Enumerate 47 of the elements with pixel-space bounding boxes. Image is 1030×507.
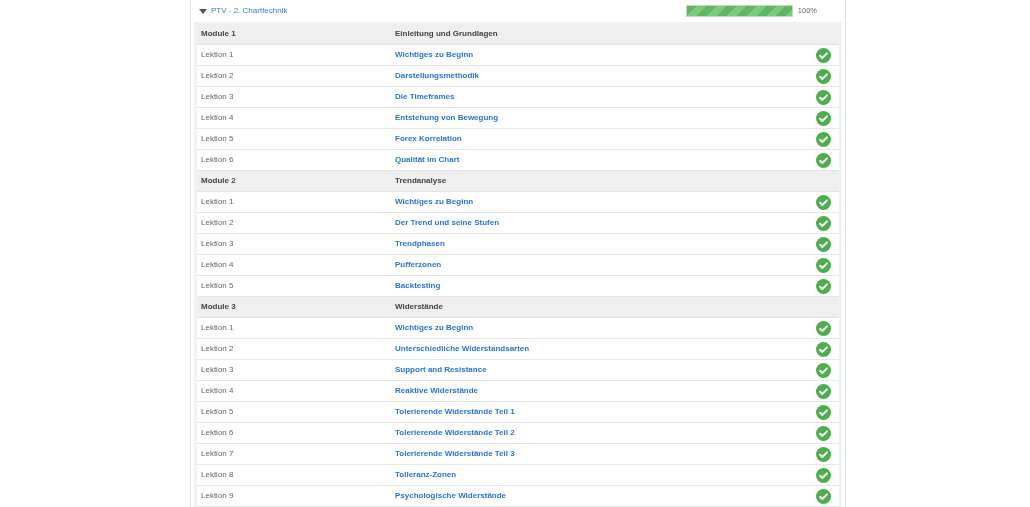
- lesson-link[interactable]: Entstehung von Bewegung: [395, 112, 816, 124]
- lesson-label: Lektion 4: [201, 112, 235, 124]
- lesson-link[interactable]: Wichtiges zu Beginn: [395, 322, 816, 334]
- lesson-label: Lektion 6: [201, 427, 235, 439]
- lesson-link[interactable]: Tolerierende Widerstände Teil 2: [395, 427, 816, 439]
- lesson-link[interactable]: Der Trend und seine Stufen: [395, 217, 816, 229]
- lesson-label: Lektion 5: [201, 280, 235, 292]
- lesson-label: Lektion 7: [201, 448, 235, 460]
- module-title: Einleitung und Grundlagen: [395, 28, 498, 40]
- lesson-label: Lektion 2: [201, 343, 235, 355]
- lesson-label: Lektion 5: [201, 406, 235, 418]
- lesson-link[interactable]: Trendphasen: [395, 238, 816, 250]
- lesson-link[interactable]: Tolerierende Widerstände Teil 1: [395, 406, 816, 418]
- lesson-label: Lektion 4: [201, 259, 235, 271]
- lesson-link[interactable]: Psychologische Widerstände: [395, 490, 816, 502]
- module-title: Widerstände: [395, 301, 443, 313]
- lesson-label: Lektion 1: [201, 322, 235, 334]
- lesson-label: Lektion 1: [201, 49, 235, 61]
- lesson-label: Lektion 1: [201, 196, 235, 208]
- module-label: Module 1: [201, 28, 237, 40]
- lesson-link[interactable]: Wichtiges zu Beginn: [395, 196, 816, 208]
- module-label: Module 2: [201, 175, 237, 187]
- lesson-label: Lektion 4: [201, 385, 235, 397]
- lesson-link[interactable]: Tolerierende Widerstände Teil 3: [395, 448, 816, 460]
- lesson-link[interactable]: Backtesting: [395, 280, 816, 292]
- lesson-link[interactable]: Wichtiges zu Beginn: [395, 49, 816, 61]
- lesson-label: Lektion 3: [201, 238, 235, 250]
- lesson-link[interactable]: Die Timeframes: [395, 91, 816, 103]
- lesson-link[interactable]: Pufferzonen: [395, 259, 816, 271]
- lesson-link[interactable]: Support and Resistance: [395, 364, 816, 376]
- lesson-link[interactable]: Qualität im Chart: [395, 154, 816, 166]
- lesson-label: Lektion 2: [201, 217, 235, 229]
- lesson-link[interactable]: Unterschiedliche Widerstandsarten: [395, 343, 816, 355]
- module-label: Module 3: [201, 301, 237, 313]
- lesson-link[interactable]: Tolleranz-Zonen: [395, 469, 816, 481]
- lesson-link[interactable]: Forex Korrelation: [395, 133, 816, 145]
- lesson-label: Lektion 3: [201, 91, 235, 103]
- lesson-label: Lektion 6: [201, 154, 235, 166]
- lesson-label: Lektion 2: [201, 70, 235, 82]
- lesson-link[interactable]: Reaktive Widerstände: [395, 385, 816, 397]
- lesson-label: Lektion 9: [201, 490, 235, 502]
- lesson-label: Lektion 3: [201, 364, 235, 376]
- lesson-label: Lektion 5: [201, 133, 235, 145]
- lesson-label: Lektion 8: [201, 469, 235, 481]
- course-toggle-link[interactable]: PTV - 2. Charttechnik: [199, 5, 288, 17]
- module-title: Trendanalyse: [395, 175, 447, 187]
- lesson-link[interactable]: Darstellungsmethodik: [395, 70, 816, 82]
